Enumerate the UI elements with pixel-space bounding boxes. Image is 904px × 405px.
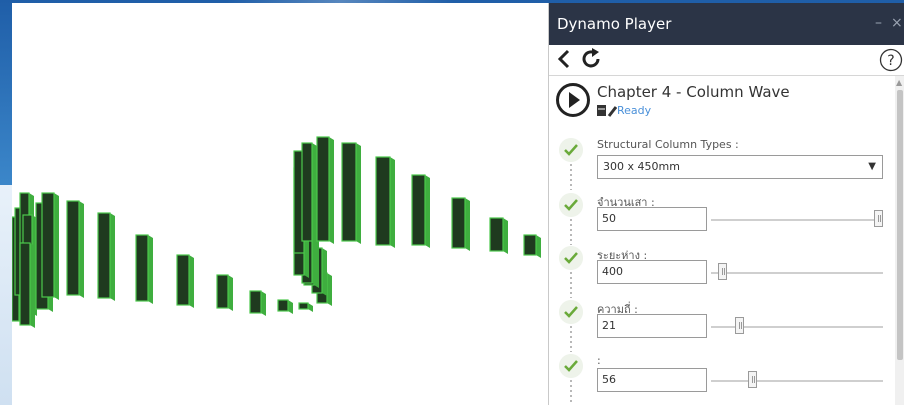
scrollbar-thumb[interactable] (897, 90, 903, 360)
structural-column (19, 242, 35, 328)
structural-column (216, 274, 233, 311)
structural-column (135, 234, 153, 304)
graph-header: Chapter 4 - Column Wave Ready (555, 82, 885, 122)
input-row: ความถี่ :21 (549, 300, 893, 354)
graph-name: Chapter 4 - Column Wave (597, 83, 790, 101)
close-button[interactable]: × (891, 15, 903, 31)
vertical-scrollbar[interactable]: ▲ (895, 76, 904, 405)
slider-thumb[interactable] (735, 317, 744, 334)
dynamo-player-window[interactable]: Dynamo Player – × ? Chapter 4 - Column W… (548, 3, 904, 405)
structural-column (301, 142, 317, 244)
check-icon (559, 138, 583, 162)
structural-column (176, 254, 194, 308)
revit-3d-viewport[interactable] (12, 3, 548, 405)
help-icon[interactable]: ? (879, 48, 903, 72)
input-label: : (597, 354, 601, 367)
svg-text:?: ? (887, 53, 894, 69)
document-icon (597, 105, 606, 116)
structural-column (249, 290, 266, 316)
graph-content: Chapter 4 - Column Wave Ready Structural… (549, 76, 893, 405)
refresh-icon[interactable] (581, 48, 603, 70)
number-input[interactable]: 21 (597, 314, 707, 338)
slider-track[interactable] (711, 219, 883, 221)
scroll-up-arrow[interactable]: ▲ (896, 78, 902, 87)
slider-track[interactable] (711, 272, 883, 274)
viewport-left-edge (0, 185, 12, 405)
connector-dots (570, 272, 572, 298)
structural-column (375, 156, 395, 248)
input-row: จำนวนเสา :50 (549, 193, 893, 247)
number-input[interactable]: 50 (597, 207, 707, 231)
check-icon (559, 246, 583, 270)
run-graph-button[interactable] (555, 82, 591, 118)
structural-column (451, 197, 470, 251)
structural-column (277, 299, 293, 314)
window-title: Dynamo Player (557, 15, 672, 33)
structural-column (523, 234, 541, 258)
structural-column (316, 136, 334, 244)
structural-column (97, 212, 115, 301)
structural-column (411, 174, 430, 248)
check-icon (559, 193, 583, 217)
slider-thumb[interactable] (748, 371, 757, 388)
structural-column (341, 142, 361, 244)
back-icon[interactable] (555, 48, 573, 70)
dropdown-value: 300 x 450mm (603, 160, 680, 173)
connector-dots (570, 219, 572, 245)
title-bar[interactable]: Dynamo Player – × (549, 3, 904, 45)
structural-column (41, 192, 59, 300)
number-input[interactable]: 56 (597, 368, 707, 392)
connector-dots (570, 380, 572, 405)
chevron-down-icon: ▼ (868, 161, 876, 172)
input-row: :56 (549, 354, 893, 405)
number-input[interactable]: 400 (597, 260, 707, 284)
input-row: ระยะห่าง :400 (549, 246, 893, 300)
graph-status: Ready (617, 104, 652, 117)
structural-column (66, 200, 84, 298)
slider-thumb[interactable] (874, 210, 883, 227)
check-icon (559, 354, 583, 378)
connector-dots (570, 164, 572, 190)
edit-pencil-icon (607, 106, 617, 117)
toolbar: ? (549, 45, 904, 76)
structural-column (489, 217, 508, 254)
check-icon (559, 300, 583, 324)
structural-column (298, 302, 313, 312)
minimize-button[interactable]: – (875, 15, 882, 31)
input-label: Structural Column Types : (597, 138, 739, 151)
slider-track[interactable] (711, 380, 883, 382)
slider-thumb[interactable] (718, 263, 727, 280)
input-row: Structural Column Types : 300 x 450mm ▼ (549, 138, 893, 192)
column-wave-model[interactable] (12, 3, 548, 405)
column-type-dropdown[interactable]: 300 x 450mm ▼ (597, 155, 883, 179)
connector-dots (570, 326, 572, 352)
graph-mini-icons (597, 105, 617, 117)
